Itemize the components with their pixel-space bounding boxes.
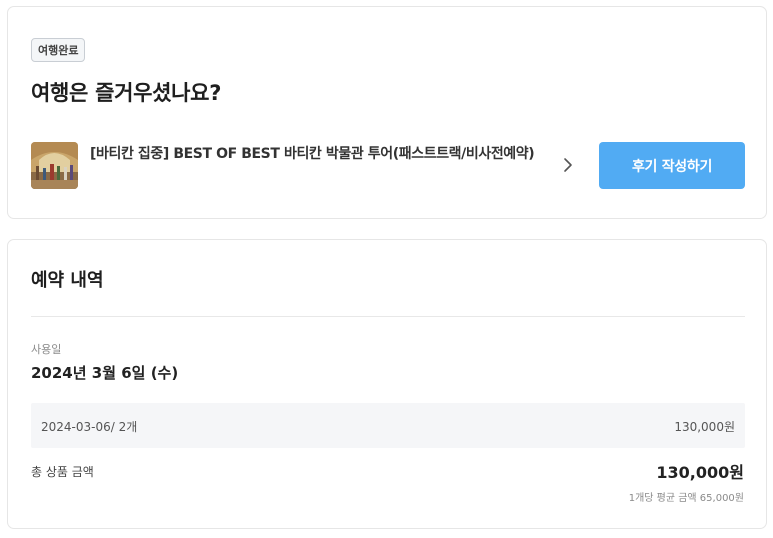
write-review-button[interactable]: 후기 작성하기 — [599, 142, 745, 189]
product-thumbnail[interactable] — [31, 142, 78, 189]
option-price: 130,000원 — [674, 420, 735, 434]
option-row: 2024-03-06/ 2개 130,000원 — [31, 403, 745, 448]
product-link[interactable]: [바티칸 집중] BEST OF BEST 바티칸 박물관 투어(패스트트랙/비… — [90, 143, 580, 191]
use-date-label: 사용일 — [31, 343, 62, 356]
total-amount: 130,000원 — [656, 463, 744, 482]
product-title: [바티칸 집중] BEST OF BEST 바티칸 박물관 투어(패스트트랙/비… — [90, 146, 535, 162]
divider — [31, 316, 745, 317]
status-badge: 여행완료 — [31, 38, 86, 62]
section-title: 예약 내역 — [31, 270, 104, 291]
chevron-right-icon — [564, 158, 572, 172]
trip-status-card: 여행완료 여행은 즐거우셨나요? [바티칸 집중] BEST OF BEST 바… — [7, 6, 767, 219]
average-price-note: 1개당 평균 금액 65,000원 — [628, 493, 744, 504]
use-date-value: 2024년 3월 6일 (수) — [31, 364, 179, 382]
page-title: 여행은 즐거우셨나요? — [31, 81, 222, 105]
booking-details-card: 예약 내역 사용일 2024년 3월 6일 (수) 2024-03-06/ 2개… — [7, 239, 767, 529]
option-name: 2024-03-06/ 2개 — [41, 420, 138, 434]
vatican-painting-thumbnail-icon — [31, 142, 78, 189]
total-label: 총 상품 금액 — [31, 465, 94, 479]
